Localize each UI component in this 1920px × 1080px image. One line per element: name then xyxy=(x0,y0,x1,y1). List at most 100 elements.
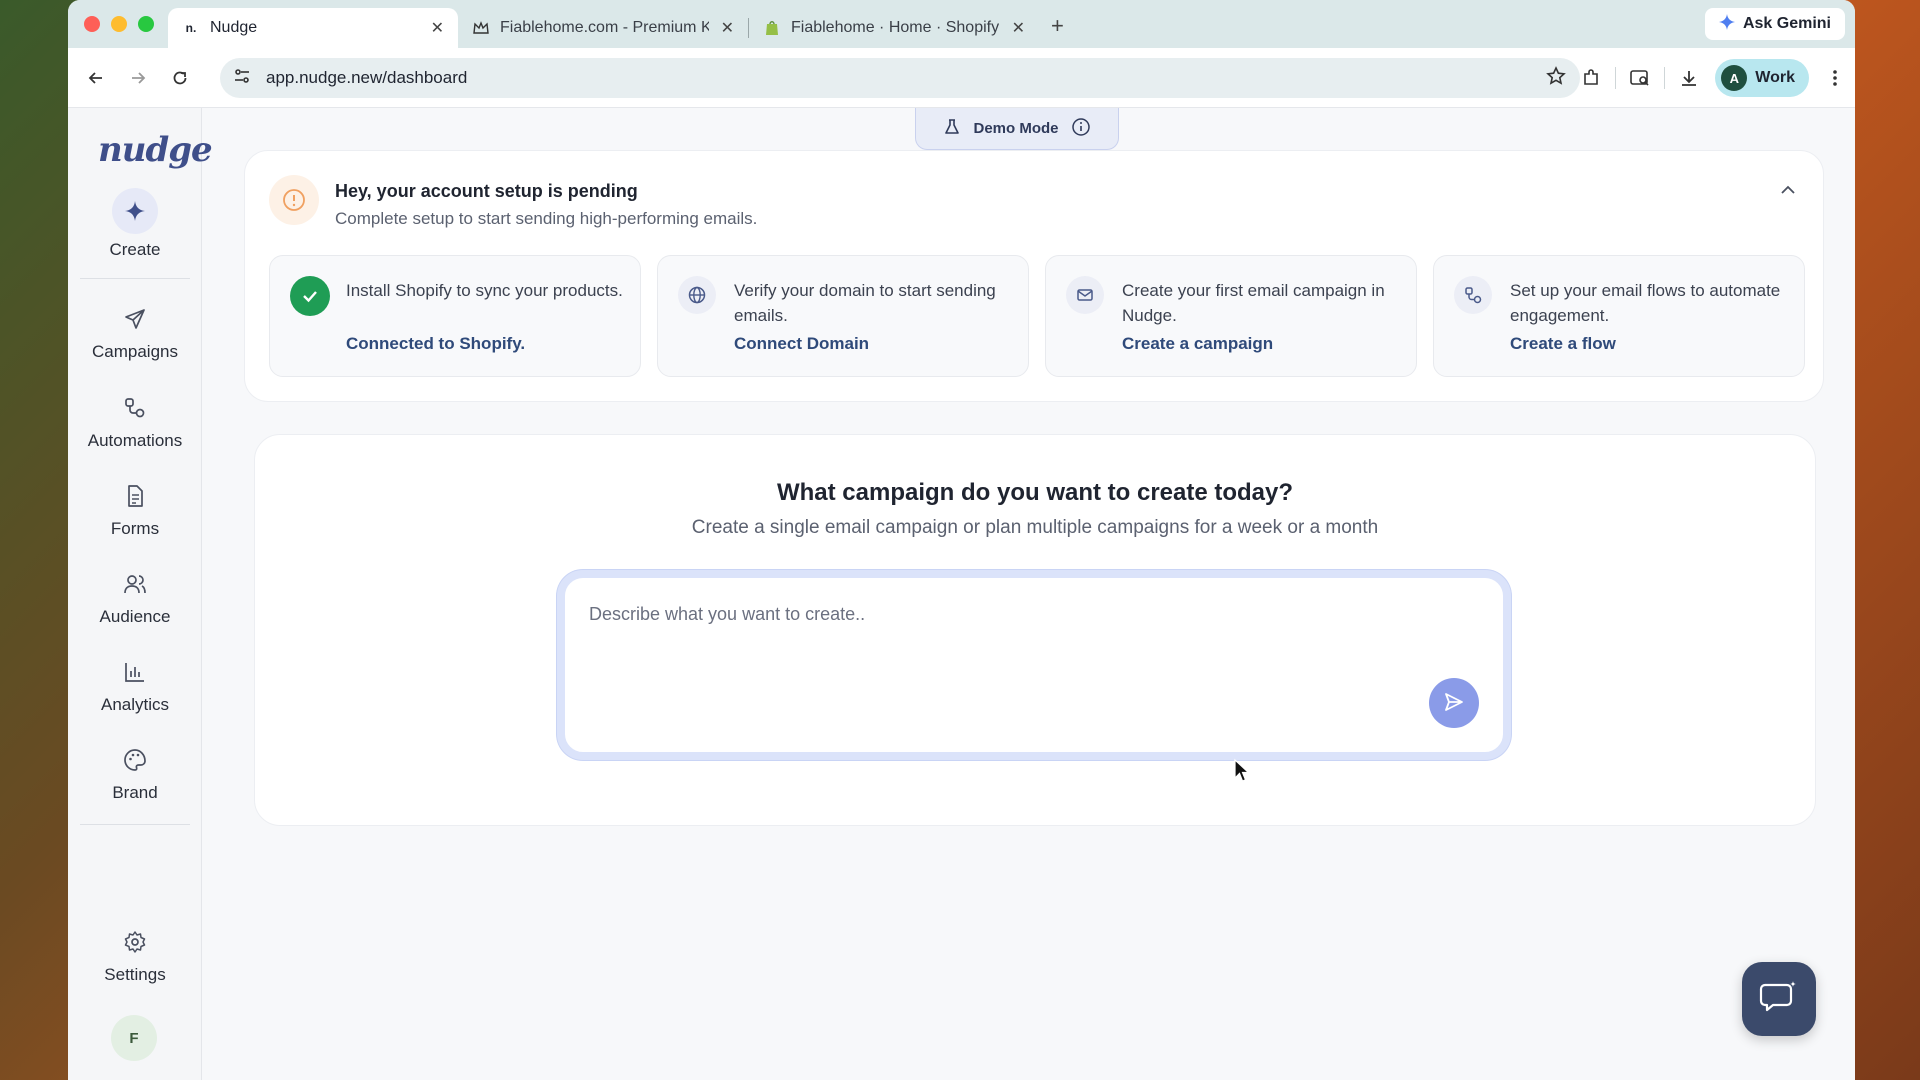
setup-step-flow: Set up your email flows to automate enga… xyxy=(1433,255,1805,377)
ask-gemini-button[interactable]: Ask Gemini xyxy=(1704,8,1845,40)
sidebar-item-campaigns[interactable]: Campaigns xyxy=(68,304,202,362)
toolbar-divider xyxy=(1615,67,1617,89)
minimize-window-button[interactable] xyxy=(111,16,127,32)
setup-steps: Install Shopify to sync your products. C… xyxy=(269,255,1805,377)
download-icon[interactable] xyxy=(1669,58,1709,98)
toolbar-actions: A Work xyxy=(1571,58,1855,98)
flow-icon xyxy=(1454,276,1492,314)
mail-icon xyxy=(1066,276,1104,314)
chevron-up-icon[interactable] xyxy=(1779,181,1797,204)
info-icon[interactable] xyxy=(1071,117,1091,141)
close-tab-icon[interactable]: ✕ xyxy=(1000,18,1025,38)
document-icon xyxy=(120,481,150,511)
globe-icon xyxy=(678,276,716,314)
browser-toolbar: app.nudge.new/dashboard A Work xyxy=(68,48,1855,108)
flask-icon xyxy=(943,118,961,140)
mouse-cursor-icon xyxy=(1233,758,1251,789)
browser-menu-icon[interactable] xyxy=(1815,58,1855,98)
connected-shopify-link[interactable]: Connected to Shopify. xyxy=(346,334,525,354)
new-tab-icon[interactable]: + xyxy=(1051,13,1064,39)
browser-window: n. Nudge ✕ Fiablehome.com - Premium K ✕ … xyxy=(68,0,1855,1080)
sidebar-item-label: Brand xyxy=(112,783,158,802)
setup-step-domain: Verify your domain to start sending emai… xyxy=(657,255,1029,377)
sidebar-item-label: Automations xyxy=(87,431,183,450)
sidebar-item-settings[interactable]: Settings xyxy=(68,927,202,985)
crown-favicon-icon xyxy=(472,19,490,37)
connect-domain-link[interactable]: Connect Domain xyxy=(734,334,869,354)
close-tab-icon[interactable]: ✕ xyxy=(419,18,444,38)
setup-step-campaign: Create your first email campaign in Nudg… xyxy=(1045,255,1417,377)
campaign-prompt-input[interactable] xyxy=(589,604,1409,625)
flow-icon xyxy=(120,393,150,423)
sidebar-item-create[interactable]: Create xyxy=(68,188,202,260)
profile-button[interactable]: A Work xyxy=(1715,59,1809,97)
bar-chart-icon xyxy=(120,657,150,687)
address-bar[interactable]: app.nudge.new/dashboard xyxy=(220,58,1580,98)
sidebar-item-forms[interactable]: Forms xyxy=(68,481,202,539)
sidebar: nudge Create Campaigns Automations Forms… xyxy=(68,108,213,1080)
maximize-window-button[interactable] xyxy=(138,16,154,32)
tab-fiablehome[interactable]: Fiablehome.com - Premium K ✕ xyxy=(458,8,748,48)
toolbar-divider xyxy=(1664,67,1666,89)
demo-mode-badge[interactable]: Demo Mode xyxy=(915,108,1119,150)
tab-title: Nudge xyxy=(210,19,258,36)
extensions-icon[interactable] xyxy=(1571,58,1611,98)
close-tab-icon[interactable]: ✕ xyxy=(709,18,734,38)
shopify-favicon-icon xyxy=(763,19,781,37)
tab-shopify[interactable]: Fiablehome · Home · Shopify ✕ xyxy=(749,8,1039,48)
nudge-app: nudge Create Campaigns Automations Forms… xyxy=(68,108,1855,1080)
send-icon xyxy=(1443,691,1465,716)
bookmark-star-icon[interactable] xyxy=(1546,65,1566,91)
nudge-logo[interactable]: nudge xyxy=(98,130,213,170)
support-chat-button[interactable] xyxy=(1742,962,1816,1036)
account-setup-card: Hey, your account setup is pending Compl… xyxy=(244,150,1824,402)
palette-icon xyxy=(120,745,150,775)
profile-name: Work xyxy=(1755,69,1795,86)
back-icon[interactable] xyxy=(82,64,110,92)
gear-icon xyxy=(120,927,150,957)
tab-strip: n. Nudge ✕ Fiablehome.com - Premium K ✕ … xyxy=(68,0,1855,48)
tab-title: Fiablehome.com - Premium K xyxy=(500,19,709,36)
chat-bubble-icon xyxy=(1759,979,1799,1020)
tab-search-icon[interactable] xyxy=(1620,58,1660,98)
sidebar-item-analytics[interactable]: Analytics xyxy=(68,657,202,715)
campaign-title: What campaign do you want to create toda… xyxy=(776,479,1294,506)
sidebar-divider xyxy=(80,824,190,825)
ask-gemini-label: Ask Gemini xyxy=(1742,15,1831,32)
user-avatar[interactable]: F xyxy=(111,1015,157,1061)
setup-step-text: Install Shopify to sync your products. xyxy=(346,281,623,300)
sidebar-item-audience[interactable]: Audience xyxy=(68,569,202,627)
campaign-subtitle: Create a single email campaign or plan m… xyxy=(691,517,1379,538)
sidebar-item-label: Settings xyxy=(104,965,166,984)
reload-icon[interactable] xyxy=(166,64,194,92)
profile-avatar: A xyxy=(1721,65,1748,91)
check-icon xyxy=(290,276,330,316)
setup-step-text: Set up your email flows to automate enga… xyxy=(1510,281,1781,325)
url-text: app.nudge.new/dashboard xyxy=(266,68,468,87)
create-campaign-link[interactable]: Create a campaign xyxy=(1122,334,1273,354)
tab-nudge[interactable]: n. Nudge ✕ xyxy=(168,8,458,48)
setup-step-shopify: Install Shopify to sync your products. C… xyxy=(269,255,641,377)
send-icon xyxy=(120,304,150,334)
sidebar-item-label: Analytics xyxy=(100,695,170,714)
forward-icon[interactable] xyxy=(124,64,152,92)
tab-title: Fiablehome · Home · Shopify xyxy=(791,19,1000,36)
send-button[interactable] xyxy=(1429,678,1479,728)
nudge-favicon-icon: n. xyxy=(185,21,197,35)
warning-icon xyxy=(269,175,319,225)
close-window-button[interactable] xyxy=(84,16,100,32)
demo-mode-label: Demo Mode xyxy=(973,120,1059,137)
sidebar-item-automations[interactable]: Automations xyxy=(68,393,202,451)
create-flow-link[interactable]: Create a flow xyxy=(1510,334,1616,354)
prompt-box xyxy=(557,570,1511,760)
setup-title: Hey, your account setup is pending xyxy=(335,181,638,201)
site-settings-icon[interactable] xyxy=(232,66,252,91)
sidebar-item-brand[interactable]: Brand xyxy=(68,745,202,803)
sidebar-item-label: Audience xyxy=(99,607,171,626)
sidebar-divider xyxy=(80,278,190,279)
setup-step-text: Create your first email campaign in Nudg… xyxy=(1122,281,1385,325)
setup-step-text: Verify your domain to start sending emai… xyxy=(734,281,996,325)
sparkle-icon xyxy=(112,188,158,234)
sidebar-item-label: Create xyxy=(109,240,161,259)
setup-subtitle: Complete setup to start sending high-per… xyxy=(335,209,758,228)
